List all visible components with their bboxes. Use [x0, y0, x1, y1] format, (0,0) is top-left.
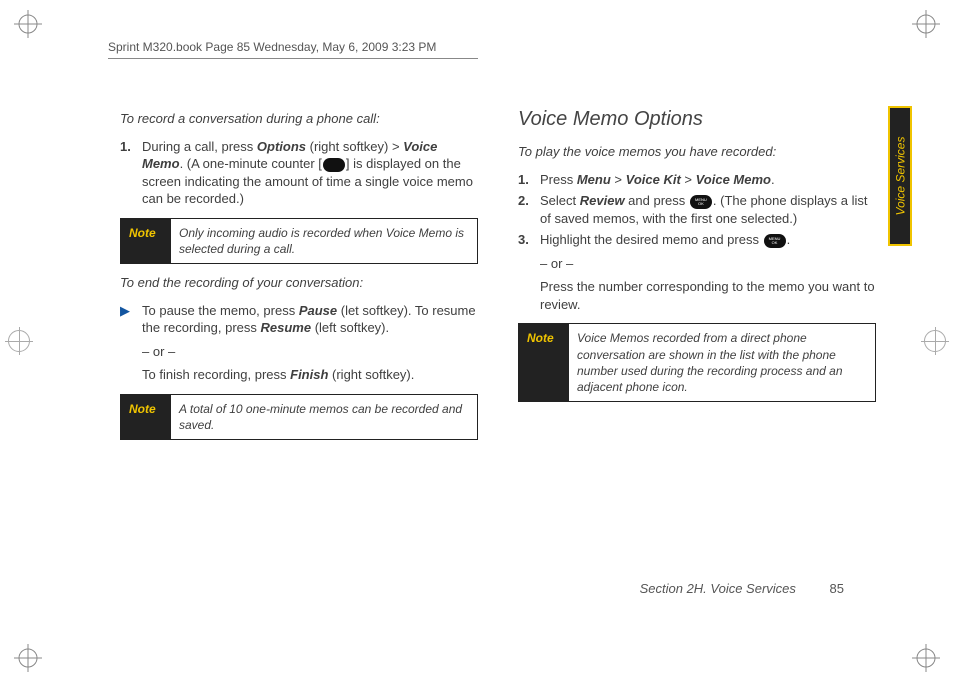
- menu-review: Review: [580, 193, 625, 208]
- right-intro: To play the voice memos you have recorde…: [518, 143, 876, 161]
- bullet-body: To pause the memo, press Pause (let soft…: [138, 302, 478, 337]
- step-r3-alt: Press the number corresponding to the me…: [540, 278, 876, 313]
- note-box-2: Note A total of 10 one-minute memos can …: [120, 394, 478, 440]
- step-body: During a call, press Options (right soft…: [138, 138, 478, 208]
- note-box-1: Note Only incoming audio is recorded whe…: [120, 218, 478, 264]
- note-text: Only incoming audio is recorded when Voi…: [171, 219, 477, 263]
- text: During a call, press: [142, 139, 257, 154]
- section-tab-label: Voice Services: [893, 137, 907, 216]
- step-r3: 3. Highlight the desired memo and press …: [518, 231, 876, 313]
- section-tab: Voice Services: [888, 106, 912, 246]
- softkey-options: Options: [257, 139, 306, 154]
- right-column: Voice Memo Options To play the voice mem…: [518, 106, 876, 450]
- menu-voice-memo: Voice Memo: [696, 172, 771, 187]
- note-label: Note: [121, 219, 171, 263]
- softkey-resume: Resume: [261, 320, 312, 335]
- softkey-pause: Pause: [299, 303, 337, 318]
- crop-mark-top-right: [912, 10, 940, 38]
- or-divider: – or –: [142, 343, 478, 361]
- bullet-finish: To finish recording, press Finish (right…: [142, 366, 478, 384]
- text: To pause the memo, press: [142, 303, 299, 318]
- text: Select: [540, 193, 580, 208]
- text: Press: [540, 172, 577, 187]
- step-number: 1.: [120, 138, 138, 208]
- menu-ok-key-icon: [690, 195, 712, 209]
- step-number: 1.: [518, 171, 536, 189]
- text: (right softkey) >: [306, 139, 403, 154]
- counter-icon: [323, 158, 345, 172]
- step-body: Select Review and press . (The phone dis…: [536, 192, 876, 227]
- menu-root: Menu: [577, 172, 611, 187]
- crop-mark-bottom-right: [912, 644, 940, 672]
- heading-voice-memo-options: Voice Memo Options: [518, 106, 876, 133]
- text: Highlight the desired memo and press: [540, 232, 763, 247]
- text: To finish recording, press: [142, 367, 290, 382]
- note-text: A total of 10 one-minute memos can be re…: [171, 395, 477, 439]
- step-body: Press Menu > Voice Kit > Voice Memo.: [536, 171, 876, 189]
- text: .: [787, 232, 791, 247]
- menu-voice-kit: Voice Kit: [626, 172, 681, 187]
- or-divider: – or –: [540, 255, 876, 273]
- step-number: 3.: [518, 231, 536, 313]
- text: . (A one-minute counter [: [180, 156, 322, 171]
- page-footer: Section 2H. Voice Services 85: [640, 581, 844, 596]
- step-number: 2.: [518, 192, 536, 227]
- note-label: Note: [519, 324, 569, 401]
- text: and press: [625, 193, 689, 208]
- text: .: [771, 172, 775, 187]
- step-body: Highlight the desired memo and press . –…: [536, 231, 876, 313]
- text: (left softkey).: [311, 320, 389, 335]
- footer-section: Section 2H. Voice Services: [640, 581, 796, 596]
- bullet-pause: ▶ To pause the memo, press Pause (let so…: [120, 302, 478, 337]
- step-1: 1. During a call, press Options (right s…: [120, 138, 478, 208]
- page-number: 85: [830, 581, 844, 596]
- note-label: Note: [121, 395, 171, 439]
- crop-mark-bottom-left: [14, 644, 42, 672]
- left-intro-1: To record a conversation during a phone …: [120, 110, 478, 128]
- registration-mark-right: [924, 330, 946, 352]
- left-intro-2: To end the recording of your conversatio…: [120, 274, 478, 292]
- step-r2: 2. Select Review and press . (The phone …: [518, 192, 876, 227]
- registration-mark-left: [8, 330, 30, 352]
- left-column: To record a conversation during a phone …: [120, 106, 478, 450]
- running-header: Sprint M320.book Page 85 Wednesday, May …: [108, 40, 478, 59]
- page-content: To record a conversation during a phone …: [120, 106, 876, 450]
- text: >: [611, 172, 626, 187]
- text: (right softkey).: [328, 367, 414, 382]
- softkey-finish: Finish: [290, 367, 328, 382]
- note-text: Voice Memos recorded from a direct phone…: [569, 324, 875, 401]
- text: >: [681, 172, 696, 187]
- step-r1: 1. Press Menu > Voice Kit > Voice Memo.: [518, 171, 876, 189]
- note-box-right: Note Voice Memos recorded from a direct …: [518, 323, 876, 402]
- bullet-arrow-icon: ▶: [120, 302, 138, 337]
- menu-ok-key-icon: [764, 234, 786, 248]
- crop-mark-top-left: [14, 10, 42, 38]
